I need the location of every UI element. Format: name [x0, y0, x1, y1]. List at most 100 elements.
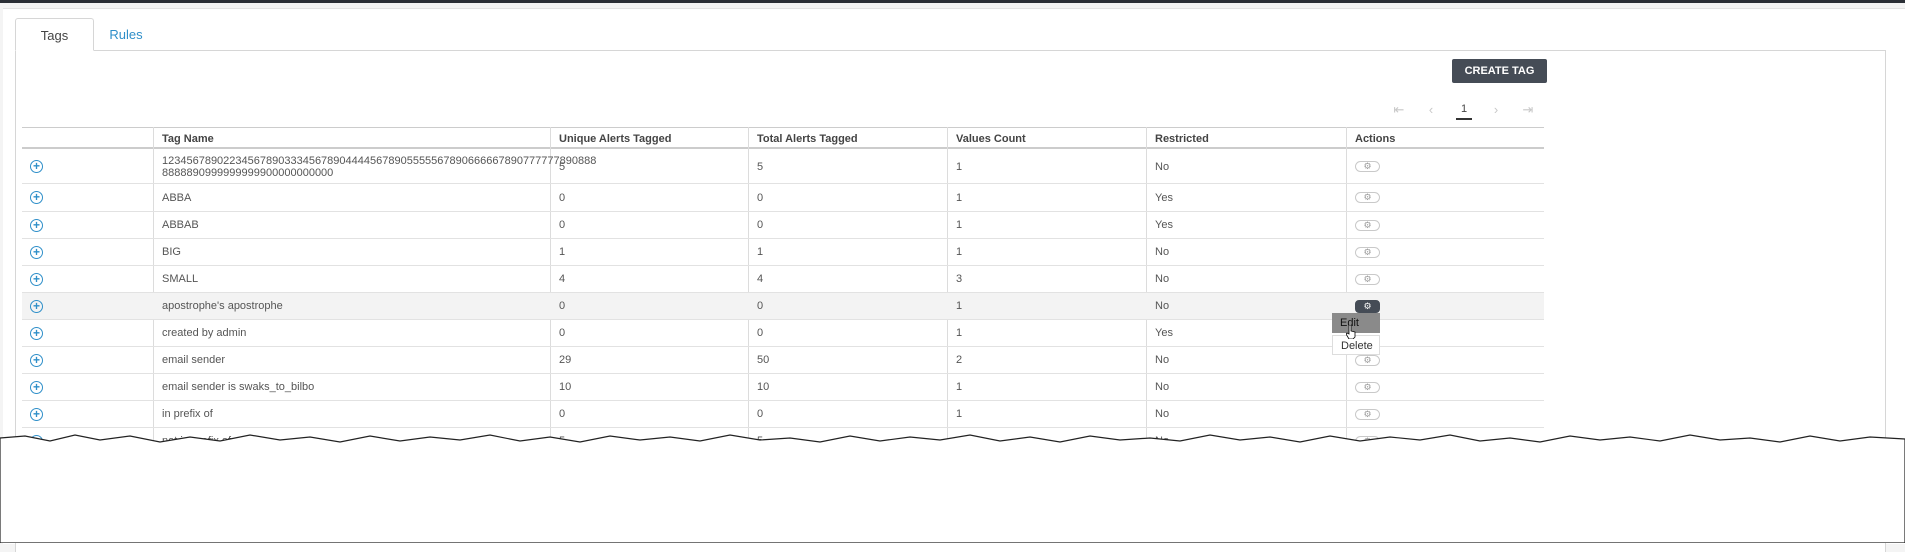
table-header: Tag Name Unique Alerts Tagged Total Aler… — [22, 127, 1544, 149]
total-alerts-cell: 50 — [757, 354, 770, 366]
tag-name-cell: in prefix of — [162, 408, 213, 420]
total-alerts-cell: 4 — [757, 273, 764, 285]
current-page-number[interactable]: 1 — [1456, 100, 1472, 120]
values-count-cell: 1 — [956, 192, 963, 204]
create-tag-button[interactable]: CREATE TAG — [1452, 59, 1547, 83]
table-row[interactable]: + email sender is swaks_to_bilbo 10 10 1… — [22, 374, 1544, 401]
header-expand — [22, 128, 153, 148]
table-row[interactable]: + email sender 29 50 2 No ⚙ — [22, 347, 1544, 374]
values-count-cell: 1 — [956, 161, 963, 173]
first-page-icon[interactable]: ⇤ — [1391, 100, 1407, 120]
header-total-alerts[interactable]: Total Alerts Tagged — [749, 128, 948, 148]
header-values-count[interactable]: Values Count — [948, 128, 1147, 148]
restricted-cell: Yes — [1155, 327, 1173, 339]
gear-icon[interactable]: ⚙ — [1355, 247, 1380, 258]
plus-circle-icon[interactable]: + — [30, 191, 43, 204]
tag-name-cell: SMALL — [162, 273, 199, 285]
header-restricted[interactable]: Restricted — [1147, 128, 1346, 148]
plus-circle-icon[interactable]: + — [30, 354, 43, 367]
unique-alerts-cell: 5 — [559, 161, 566, 173]
tag-name-cell: created by admin — [162, 327, 247, 339]
restricted-cell: No — [1155, 161, 1170, 173]
unique-alerts-cell: 0 — [559, 192, 566, 204]
unique-alerts-cell: 0 — [559, 327, 566, 339]
restricted-cell: No — [1155, 273, 1170, 285]
gear-icon[interactable]: ⚙ — [1355, 161, 1380, 172]
gear-icon[interactable]: ⚙ — [1355, 220, 1380, 231]
last-page-icon[interactable]: ⇥ — [1520, 100, 1536, 120]
top-nav-bar — [0, 0, 1905, 3]
total-alerts-cell: 0 — [757, 327, 764, 339]
total-alerts-cell: 10 — [757, 381, 770, 393]
values-count-cell: 1 — [956, 219, 963, 231]
plus-circle-icon[interactable]: + — [30, 160, 43, 173]
values-count-cell: 1 — [956, 408, 963, 420]
table-row[interactable]: + BIG 1 1 1 No ⚙ — [22, 239, 1544, 266]
unique-alerts-cell: 1 — [559, 246, 566, 258]
table-row[interactable]: + ABBAB 0 0 1 Yes ⚙ — [22, 212, 1544, 239]
values-count-cell: 1 — [956, 327, 963, 339]
plus-circle-icon[interactable]: + — [30, 246, 43, 259]
values-count-cell: 2 — [956, 354, 963, 366]
torn-edge — [0, 434, 1905, 543]
values-count-cell: 1 — [956, 300, 963, 312]
total-alerts-cell: 5 — [757, 161, 764, 173]
tag-name-cell: ABBAB — [162, 219, 199, 231]
table-row[interactable]: + created by admin 0 0 1 Yes — [22, 320, 1544, 347]
tag-name-line: 1234567890223456789033345678904444567890… — [162, 155, 597, 167]
total-alerts-cell: 0 — [757, 408, 764, 420]
restricted-cell: No — [1155, 246, 1170, 258]
restricted-cell: Yes — [1155, 192, 1173, 204]
plus-circle-icon[interactable]: + — [30, 219, 43, 232]
tab-rules[interactable]: Rules — [94, 18, 158, 51]
total-alerts-cell: 0 — [757, 219, 764, 231]
values-count-cell: 1 — [956, 246, 963, 258]
header-unique-alerts[interactable]: Unique Alerts Tagged — [551, 128, 749, 148]
tab-tags[interactable]: Tags — [15, 18, 94, 51]
unique-alerts-cell: 10 — [559, 381, 572, 393]
table-row[interactable]: + in prefix of 0 0 1 No ⚙ — [22, 401, 1544, 428]
delete-menu-item[interactable]: Delete — [1332, 335, 1380, 355]
table-row[interactable]: + SMALL 4 4 3 No ⚙ — [22, 266, 1544, 293]
plus-circle-icon[interactable]: + — [30, 273, 43, 286]
table-row-selected[interactable]: + apostrophe's apostrophe 0 0 1 No ⚙ — [22, 293, 1544, 320]
tag-name-cell: email sender — [162, 354, 225, 366]
unique-alerts-cell: 0 — [559, 408, 566, 420]
tag-name-cell: 1234567890223456789033345678904444567890… — [154, 155, 597, 179]
header-tag-name[interactable]: Tag Name — [154, 128, 551, 148]
tag-name-cell: email sender is swaks_to_bilbo — [162, 381, 315, 393]
unique-alerts-cell: 0 — [559, 300, 566, 312]
row-actions-menu: Edit Delete — [1332, 313, 1380, 355]
next-page-icon[interactable]: › — [1488, 100, 1504, 120]
hand-cursor-icon — [1346, 325, 1356, 339]
table-row[interactable]: + 12345678902234567890333456789044445678… — [22, 149, 1544, 184]
tag-name-line: 8888890999999999900000000000 — [162, 167, 334, 179]
unique-alerts-cell: 29 — [559, 354, 572, 366]
values-count-cell: 3 — [956, 273, 963, 285]
total-alerts-cell: 0 — [757, 192, 764, 204]
plus-circle-icon[interactable]: + — [30, 408, 43, 421]
gear-icon[interactable]: ⚙ — [1355, 192, 1380, 203]
gear-icon[interactable]: ⚙ — [1355, 409, 1380, 420]
plus-circle-icon[interactable]: + — [30, 381, 43, 394]
restricted-cell: No — [1155, 408, 1170, 420]
restricted-cell: No — [1155, 381, 1170, 393]
total-alerts-cell: 1 — [757, 246, 764, 258]
edit-menu-item[interactable]: Edit — [1332, 313, 1380, 333]
header-actions: Actions — [1355, 133, 1396, 145]
restricted-cell: No — [1155, 300, 1170, 312]
plus-circle-icon[interactable]: + — [30, 300, 43, 313]
values-count-cell: 1 — [956, 381, 963, 393]
gear-icon[interactable]: ⚙ — [1355, 274, 1380, 285]
restricted-cell: Yes — [1155, 219, 1173, 231]
total-alerts-cell: 0 — [757, 300, 764, 312]
unique-alerts-cell: 0 — [559, 219, 566, 231]
gear-icon[interactable]: ⚙ — [1355, 382, 1380, 393]
gear-icon[interactable]: ⚙ — [1355, 355, 1380, 366]
plus-circle-icon[interactable]: + — [30, 327, 43, 340]
restricted-cell: No — [1155, 354, 1170, 366]
unique-alerts-cell: 4 — [559, 273, 566, 285]
table-row[interactable]: + ABBA 0 0 1 Yes ⚙ — [22, 184, 1544, 212]
prev-page-icon[interactable]: ‹ — [1423, 100, 1439, 120]
gear-icon[interactable]: ⚙ — [1355, 300, 1380, 313]
